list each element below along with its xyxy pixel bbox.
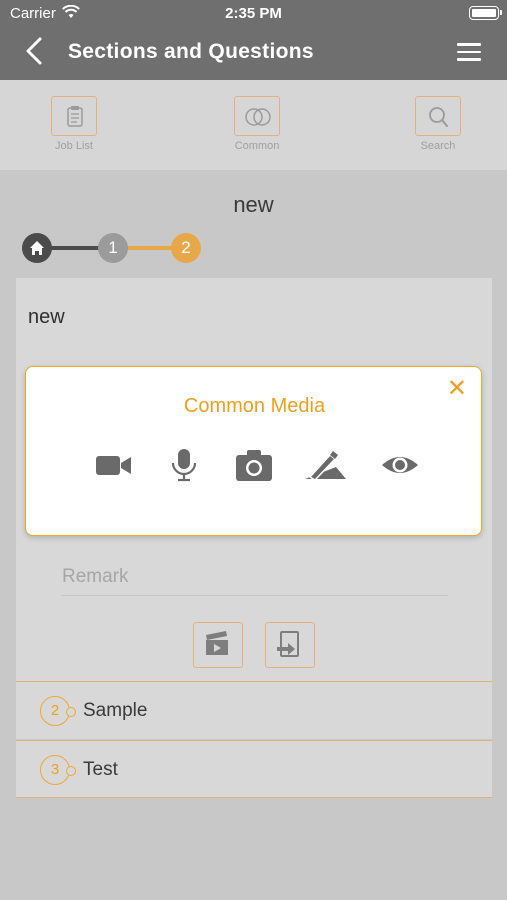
- common-label: Common: [234, 140, 280, 152]
- video-clip-button[interactable]: [193, 622, 243, 668]
- job-list-button[interactable]: Job List: [29, 96, 119, 160]
- toolbar: Job List Common Search: [0, 80, 507, 170]
- section-row-test[interactable]: 3 Test: [16, 740, 492, 798]
- status-bar: Carrier 2:35 PM: [0, 0, 507, 28]
- section-row-sample[interactable]: 2 Sample: [16, 681, 492, 739]
- overlap-circles-icon: [234, 96, 280, 136]
- question-title: new: [28, 306, 65, 328]
- signature-icon[interactable]: [302, 447, 352, 483]
- video-camera-icon[interactable]: [94, 447, 134, 483]
- search-icon: [415, 96, 461, 136]
- chevron-left-icon[interactable]: [22, 36, 48, 66]
- eye-icon[interactable]: [380, 447, 420, 483]
- section-label: Sample: [83, 700, 148, 721]
- search-button[interactable]: Search: [393, 96, 483, 160]
- step-1[interactable]: 1: [98, 233, 128, 263]
- home-icon[interactable]: [22, 233, 52, 263]
- clipboard-icon: [51, 96, 97, 136]
- progress-stepper: 1 2: [22, 232, 204, 264]
- top-bar: Carrier 2:35 PM Sections and Questions: [0, 0, 507, 80]
- battery-icon: [469, 6, 502, 20]
- popup-title: Common Media: [183, 395, 326, 417]
- search-label: Search: [420, 140, 456, 152]
- remark-field[interactable]: Remark: [62, 566, 448, 596]
- job-list-label: Job List: [55, 140, 93, 152]
- hamburger-menu-icon[interactable]: [457, 43, 481, 61]
- stepper-line-home: [50, 246, 102, 250]
- transfer-button[interactable]: [265, 622, 315, 668]
- badge-connector: [66, 707, 76, 717]
- close-icon[interactable]: ✕: [447, 377, 467, 401]
- clapperboard-icon: [206, 631, 228, 655]
- section-label: Test: [83, 759, 118, 780]
- section-name: new: [233, 192, 274, 217]
- step-2[interactable]: 2: [171, 233, 201, 263]
- page-title: Sections and Questions: [68, 40, 314, 63]
- status-time: 2:35 PM: [225, 5, 282, 22]
- transfer-icon: [277, 631, 299, 657]
- microphone-icon[interactable]: [164, 447, 204, 483]
- common-button[interactable]: Common: [212, 96, 302, 160]
- badge-connector: [66, 766, 76, 776]
- common-media-popup: Common Media ✕: [25, 366, 482, 536]
- photo-camera-icon[interactable]: [234, 447, 274, 483]
